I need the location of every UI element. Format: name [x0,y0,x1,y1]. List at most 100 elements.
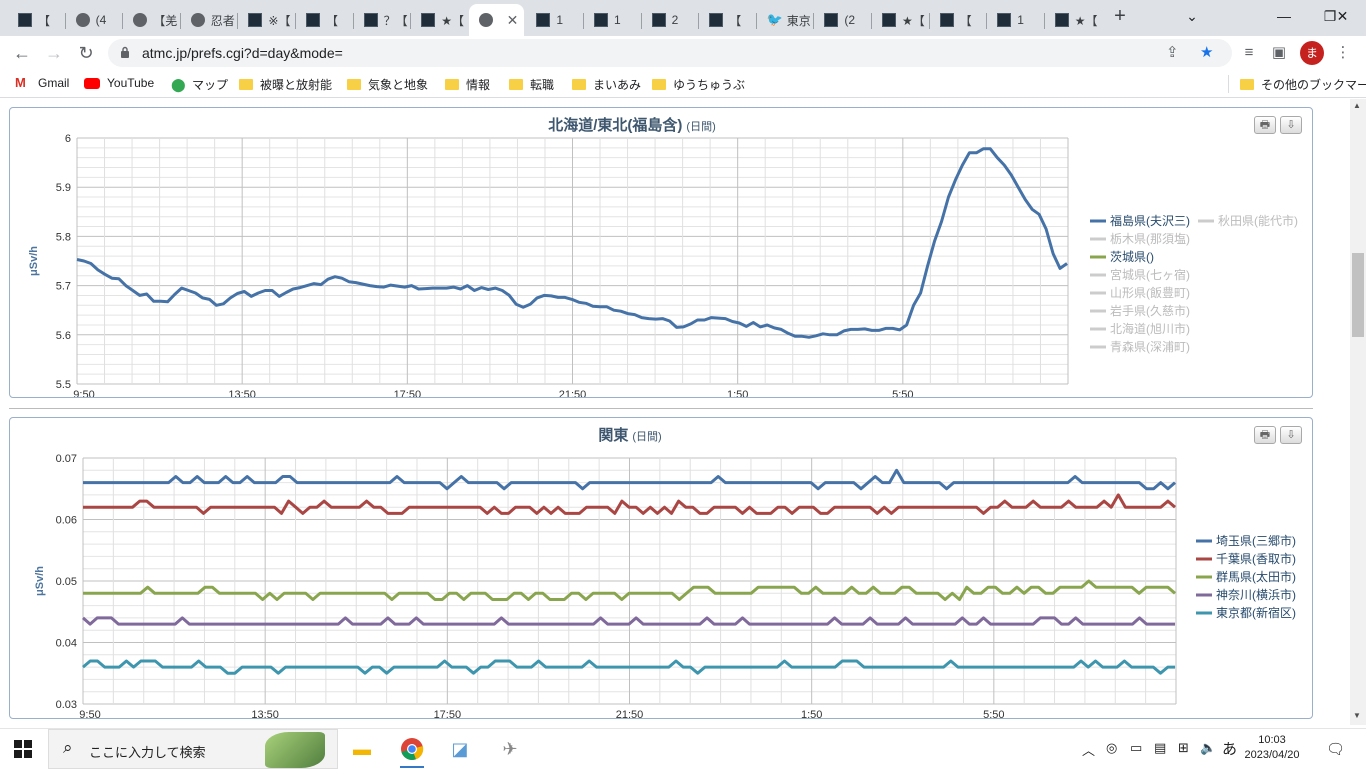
bookmark-item[interactable]: ゆうちゅうぶ [652,76,745,93]
tab[interactable]: ★【 [872,4,928,36]
tab[interactable]: ？【 [354,4,410,36]
legend-item[interactable]: 栃木県(那須塩) [1090,231,1190,246]
side-panel-icon[interactable]: ▣ [1268,42,1290,64]
windows-start-icon[interactable] [14,740,32,758]
close-tab-icon[interactable]: ✕ [507,12,519,29]
x-tick-label: 17:50 [394,389,422,397]
scroll-up-icon[interactable]: ▲ [1353,101,1361,110]
bookmark-item[interactable]: まいあみ [572,76,641,93]
new-tab-button[interactable]: + [1110,6,1130,26]
legend-label: 宮城県(七ヶ宿) [1110,267,1190,282]
app-icon[interactable]: ✈ [490,733,530,765]
vertical-scrollbar[interactable]: ▲ ▼ [1350,99,1366,725]
menu-icon[interactable]: ⋮ [1332,42,1354,64]
meet-now-icon[interactable]: ◎ [1106,740,1117,756]
ime-indicator[interactable]: あ [1222,738,1237,759]
tab[interactable]: 🐦 東京 [757,4,813,36]
legend[interactable]: 埼玉県(三郷市) 千葉県(香取市) 群馬県(太田市) 神奈川(横浜市) 東京都(新宿区) [1196,533,1296,620]
tab[interactable]: 【 [930,4,986,36]
globe-icon [133,13,148,27]
reading-list-icon[interactable]: ≡ [1238,42,1260,64]
tab-active[interactable]: ✕ [468,4,525,36]
tab[interactable]: 忍者 [181,4,237,36]
tab-search-icon[interactable]: ⌄ [1169,4,1215,28]
legend-item[interactable]: 茨城県() [1090,250,1154,264]
address-bar[interactable]: atmc.jp/prefs.cgi?d=day&mode= ⇪ ★ [108,39,1232,67]
tab[interactable]: ★【 [411,4,467,36]
site-dark-icon [594,13,608,27]
print-button[interactable]: 🖶 [1254,116,1276,134]
reload-button[interactable]: ↻ [73,40,99,66]
scrollbar-thumb[interactable] [1352,253,1364,337]
print-button[interactable]: 🖶 [1254,426,1276,444]
legend-item[interactable]: 福島県(夫沢三) [1090,213,1190,228]
other-bookmarks[interactable]: その他のブックマーク [1240,76,1366,93]
bookmark-item[interactable]: YouTube [84,76,154,90]
tab[interactable]: ※【 [238,4,294,36]
chevron-up-icon[interactable]: ︿ [1082,740,1095,759]
chrome-icon[interactable] [392,733,432,768]
tab-strip: 【(4 【羌 忍者 ※【【？【 ★【 ✕ 1 1 2 【🐦 東京 (2 ★【【1 ★【 + ⌄ — ❐ ✕ [0,0,1366,36]
x-tick-label: 17:50 [434,709,462,718]
taskbar-clock[interactable]: 10:03 2023/04/20 [1240,733,1304,763]
tab[interactable]: 【 [8,4,64,36]
tab[interactable]: 1 [987,4,1043,36]
legend-item[interactable]: 秋田県(能代市) [1198,213,1298,228]
minimize-button[interactable]: — [1261,4,1307,28]
network-icon[interactable]: ▤ [1154,740,1166,756]
taskbar-search-box[interactable]: ⌕ ここに入力して検索 [48,729,338,769]
bookmark-item[interactable]: 情報 [445,76,490,93]
tab[interactable]: 【 [296,4,352,36]
site-dark-icon [363,13,378,27]
legend-item[interactable]: 青森県(深浦町) [1090,339,1190,354]
address-url[interactable]: atmc.jp/prefs.cgi?d=day&mode= [142,45,343,61]
battery-icon[interactable]: ▭ [1130,740,1142,756]
tab-title: ？【 [383,13,408,28]
tab[interactable]: 【 [699,4,755,36]
legend[interactable]: 福島県(夫沢三) 秋田県(能代市) 栃木県(那須塩) 茨城県() 宮城県(七ヶ宿) 山形県… [1090,213,1298,354]
legend-item[interactable]: 千葉県(香取市) [1196,551,1296,566]
scroll-down-icon[interactable]: ▼ [1353,711,1361,720]
y-tick-label: 5.7 [56,281,71,293]
bookmark-item[interactable]: ⬤ マップ [171,76,228,93]
notification-icon[interactable]: 🗨 [1326,740,1345,758]
usb-icon[interactable]: ⊞ [1178,740,1189,756]
file-explorer-icon[interactable]: ▬ [342,733,382,765]
legend-item[interactable]: 群馬県(太田市) [1196,569,1296,584]
legend-item[interactable]: 埼玉県(三郷市) [1196,533,1296,548]
search-placeholder: ここに入力して検索 [89,745,206,760]
forward-button[interactable]: → [41,40,67,66]
bookmark-item[interactable]: 転職 [509,76,554,93]
bookmark-separator [1228,75,1229,93]
legend-item[interactable]: 神奈川(横浜市) [1196,587,1296,602]
close-window-button[interactable]: ✕ [1331,4,1354,28]
legend-item[interactable]: 北海道(旭川市) [1090,321,1190,336]
clock-time: 10:03 [1258,734,1286,746]
bookmark-item[interactable]: 気象と地象 [347,76,428,93]
bookmarks-bar: M Gmail YouTube ⬤ マップ 被曝と放射能 気象と地象 情報 転職 まいあみ ゆうちゅ… [0,70,1366,98]
profile-avatar[interactable]: ま [1300,41,1324,65]
notepad-icon[interactable]: ◪ [440,733,480,765]
download-button[interactable]: ⇩ [1280,426,1302,444]
tab[interactable]: (4 [66,4,122,36]
tab[interactable]: 1 [584,4,640,36]
back-button[interactable]: ← [9,40,35,66]
share-icon[interactable]: ⇪ [1166,43,1179,61]
legend-item[interactable]: 東京都(新宿区) [1196,605,1296,620]
bookmark-label: まいあみ [593,78,642,92]
tab[interactable]: 1 [526,4,582,36]
bookmark-label: YouTube [107,76,155,90]
volume-icon[interactable]: 🔈 [1200,740,1216,756]
bookmark-item[interactable]: M Gmail [15,76,69,90]
legend-item[interactable]: 岩手県(久慈市) [1090,303,1190,318]
tab[interactable]: (2 [814,4,870,36]
tab[interactable]: ★【 [1045,4,1101,36]
folder-icon [239,79,253,90]
bookmark-item[interactable]: 被曝と放射能 [239,76,332,93]
legend-item[interactable]: 山形県(飯豊町) [1090,285,1190,300]
legend-item[interactable]: 宮城県(七ヶ宿) [1090,267,1190,282]
download-button[interactable]: ⇩ [1280,116,1302,134]
bookmark-star-icon[interactable]: ★ [1200,43,1213,61]
tab[interactable]: 【羌 [123,4,179,36]
tab[interactable]: 2 [642,4,698,36]
